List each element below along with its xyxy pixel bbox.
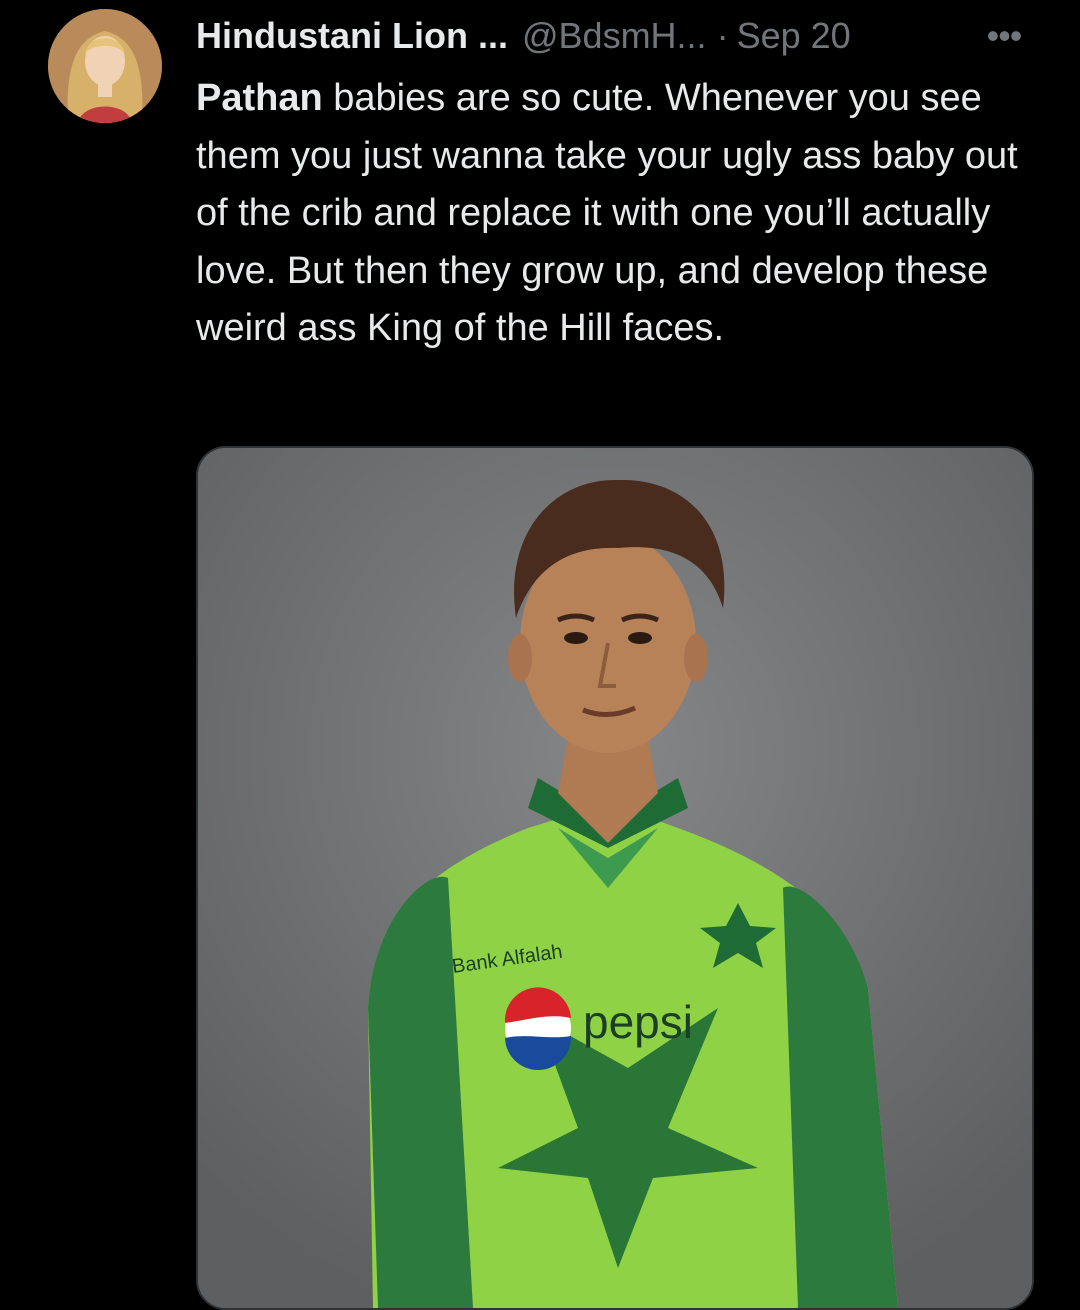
header-separator: ·: [716, 15, 729, 56]
avatar-image: [48, 9, 162, 123]
tweet-text: Pathan babies are so cute. Whenever you …: [196, 70, 1056, 358]
more-options-icon[interactable]: •••: [980, 12, 1028, 60]
author-handle[interactable]: @BdsmH...: [522, 15, 707, 57]
tweet-header: Hindustani Lion ... @BdsmH... · Sep 20: [196, 12, 1040, 60]
tweet-date[interactable]: Sep 20: [737, 15, 851, 57]
brand-text: pepsi: [583, 996, 693, 1048]
tweet-text-bold: Pathan: [196, 77, 323, 119]
author-avatar[interactable]: [48, 9, 162, 123]
author-name[interactable]: Hindustani Lion ...: [196, 15, 508, 57]
tweet-media[interactable]: Bank Alfalah pepsi: [196, 446, 1034, 1310]
player-photo: Bank Alfalah pepsi: [198, 448, 1032, 1308]
